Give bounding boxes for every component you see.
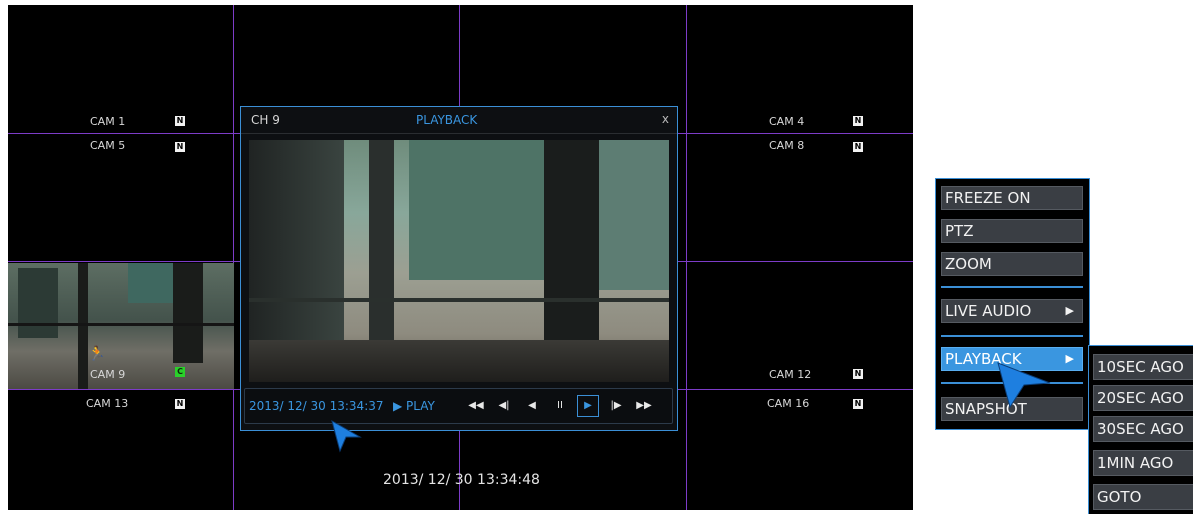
pole-shape: [544, 140, 599, 340]
submenu-item-20sec[interactable]: 20SEC AGO: [1093, 385, 1193, 411]
submenu-item-10sec[interactable]: 10SEC AGO: [1093, 354, 1193, 380]
cam-label-5: CAM 5: [90, 139, 126, 152]
rail-shape: [8, 323, 234, 326]
menu-item-label: LIVE AUDIO: [945, 302, 1032, 320]
cam-label-16: CAM 16: [767, 397, 810, 410]
cam-label-13: CAM 13: [86, 397, 129, 410]
status-badge-n: N: [853, 116, 863, 126]
menu-item-label: ZOOM: [945, 255, 992, 273]
floor-shape: [249, 340, 669, 382]
cam-label-8: CAM 8: [769, 139, 805, 152]
status-badge-n: N: [853, 142, 863, 152]
status-badge-n: N: [853, 399, 863, 409]
pole-shape: [173, 263, 203, 363]
pole-shape: [78, 263, 88, 389]
status-badge-n: N: [175, 116, 185, 126]
cam-label-9: CAM 9: [90, 368, 126, 381]
motion-person-icon: 🏃: [88, 346, 106, 362]
status-badge-n: N: [853, 369, 863, 379]
menu-item-ptz[interactable]: PTZ: [941, 219, 1083, 243]
playback-submenu: 10SEC AGO 20SEC AGO 30SEC AGO 1MIN AGO G…: [1088, 345, 1193, 514]
menu-item-live-audio[interactable]: LIVE AUDIO ▶: [941, 299, 1083, 323]
submenu-arrow-icon: ▶: [1065, 352, 1074, 365]
cam-label-4: CAM 4: [769, 115, 805, 128]
rail-shape: [249, 298, 669, 302]
step-forward-button[interactable]: |▶: [605, 395, 627, 417]
playback-video[interactable]: [249, 140, 669, 382]
cam-label-1: CAM 1: [90, 115, 126, 128]
cam-label-12: CAM 12: [769, 368, 812, 381]
step-back-button[interactable]: ◀|: [493, 395, 515, 417]
channel-label: CH 9: [251, 113, 280, 127]
reverse-play-button[interactable]: ◀: [521, 395, 543, 417]
submenu-item-goto[interactable]: GOTO: [1093, 484, 1193, 510]
menu-separator: [941, 335, 1083, 337]
menu-item-label: PTZ: [945, 222, 974, 240]
pause-button[interactable]: II: [549, 395, 571, 417]
grid-divider: [686, 5, 687, 510]
grid-divider: [233, 5, 234, 510]
submenu-arrow-icon: ▶: [1065, 304, 1074, 317]
playback-controls: 2013/ 12/ 30 13:34:37 ▶ PLAY ◀◀ ◀| ◀ II …: [244, 388, 673, 424]
dvr-live-view: CAM 1 N CAM 4 N CAM 5 N CAM 8 N 🏃 CAM 9 …: [8, 5, 913, 510]
menu-item-freeze[interactable]: FREEZE ON: [941, 186, 1083, 210]
building-shape: [18, 268, 58, 338]
playback-title: PLAYBACK: [416, 113, 478, 127]
mouse-cursor-icon: [997, 362, 1051, 409]
playback-titlebar[interactable]: CH 9 PLAYBACK x: [241, 107, 677, 134]
menu-item-zoom[interactable]: ZOOM: [941, 252, 1083, 276]
fast-forward-button[interactable]: ▶▶: [633, 395, 655, 417]
mouse-cursor-icon: [331, 419, 362, 453]
status-badge-n: N: [175, 399, 185, 409]
status-badge-n: N: [175, 142, 185, 152]
playback-window: CH 9 PLAYBACK x 2013/ 12/ 30 13:34:37 ▶ …: [240, 106, 678, 431]
submenu-item-30sec[interactable]: 30SEC AGO: [1093, 416, 1193, 442]
menu-separator: [941, 286, 1083, 288]
play-state: ▶ PLAY: [393, 399, 435, 413]
close-button[interactable]: x: [662, 112, 669, 126]
menu-item-label: FREEZE ON: [945, 189, 1031, 207]
fast-rewind-button[interactable]: ◀◀: [465, 395, 487, 417]
playback-timestamp: 2013/ 12/ 30 13:34:37: [249, 399, 384, 413]
system-clock: 2013/ 12/ 30 13:34:48: [383, 472, 540, 488]
submenu-item-1min[interactable]: 1MIN AGO: [1093, 450, 1193, 476]
record-badge-c: C: [175, 367, 185, 377]
play-button[interactable]: ▶: [577, 395, 599, 417]
